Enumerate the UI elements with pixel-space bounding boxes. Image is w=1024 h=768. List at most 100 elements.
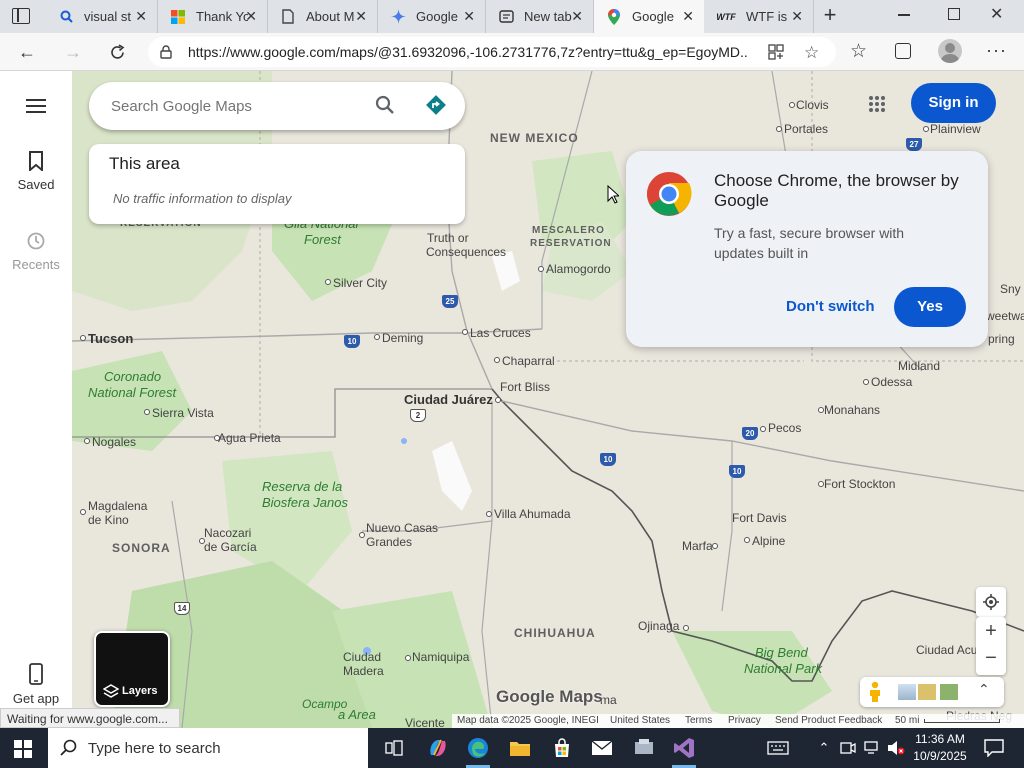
lock-icon[interactable] xyxy=(160,45,172,64)
copilot-icon[interactable] xyxy=(426,736,450,760)
google-apps-icon[interactable] xyxy=(868,95,886,113)
app-available-icon[interactable] xyxy=(768,44,784,65)
feedback-link[interactable]: Send Product Feedback xyxy=(775,715,882,726)
task-view-icon[interactable] xyxy=(382,736,406,760)
taskbar-search[interactable]: Type here to search xyxy=(48,728,368,768)
label-fort-bliss: Fort Bliss xyxy=(500,380,551,394)
close-icon[interactable]: ✕ xyxy=(355,8,367,25)
close-icon[interactable]: ✕ xyxy=(463,8,475,25)
city-dot xyxy=(789,102,795,108)
close-window-button[interactable]: ✕ xyxy=(990,4,1003,24)
tab-label: Google xyxy=(632,9,674,24)
meet-icon[interactable] xyxy=(836,736,860,760)
yes-button[interactable]: Yes xyxy=(894,287,966,327)
tab-google-maps[interactable]: Google ✕ xyxy=(594,0,704,33)
tab-about[interactable]: About M ✕ xyxy=(268,0,378,33)
network-icon[interactable] xyxy=(860,736,884,760)
label-chihuahua: CHIHUAHUA xyxy=(514,626,596,640)
close-icon[interactable]: ✕ xyxy=(571,8,583,25)
minimize-button[interactable] xyxy=(898,14,910,16)
tab-wtf[interactable]: WTF WTF is ✕ xyxy=(704,0,814,33)
tab-new-tab[interactable]: New tab ✕ xyxy=(486,0,594,33)
saved-button[interactable]: Saved xyxy=(0,151,72,201)
new-tab-button[interactable]: + xyxy=(818,4,842,28)
tab-thank-you[interactable]: Thank Yo ✕ xyxy=(158,0,268,33)
recents-button[interactable]: Recents xyxy=(0,231,72,281)
search-input[interactable] xyxy=(111,95,361,117)
united-states-link[interactable]: United States xyxy=(610,715,670,726)
chrome-promo-body: Try a fast, secure browser with updates … xyxy=(714,225,905,261)
layers-button[interactable]: Layers xyxy=(94,631,170,707)
terrain-thumb[interactable] xyxy=(898,684,916,700)
zoom-out-button[interactable]: − xyxy=(976,646,1006,675)
store-icon[interactable] xyxy=(550,736,574,760)
terms-link[interactable]: Terms xyxy=(685,715,712,726)
chrome-promo-title: Choose Chrome, the browser by Google xyxy=(714,171,959,210)
label-ciudad-acuna: Ciudad Acu xyxy=(916,643,978,657)
search-icon[interactable] xyxy=(375,95,395,120)
scale-label[interactable]: 50 mi xyxy=(895,715,919,726)
label-monahans: Monahans xyxy=(824,403,881,417)
label-gila-forest-2: Forest xyxy=(304,232,341,247)
history-icon xyxy=(27,232,45,250)
restore-button[interactable] xyxy=(948,8,960,20)
edge-icon[interactable] xyxy=(466,736,490,760)
label-big-bend-park: National Park xyxy=(744,661,823,676)
label-snyder: Sny xyxy=(1000,282,1021,296)
city-dot xyxy=(538,266,544,272)
city-dot xyxy=(776,126,782,132)
refresh-button[interactable] xyxy=(104,39,130,65)
traffic-thumb[interactable] xyxy=(918,684,936,700)
dont-switch-button[interactable]: Don't switch xyxy=(786,298,875,315)
privacy-link[interactable]: Privacy xyxy=(728,715,761,726)
close-icon[interactable]: ✕ xyxy=(245,8,257,25)
url-field[interactable]: https://www.google.com/maps/@31.6932096,… xyxy=(148,37,836,67)
tab-visual-studio[interactable]: visual st ✕ xyxy=(46,0,158,33)
label-ocampo: Ocampo xyxy=(302,697,348,711)
more-menu-icon[interactable]: ··· xyxy=(986,40,1007,61)
label-chaparral: Chaparral xyxy=(502,354,555,368)
label-ciudad-juarez: Ciudad Juárez xyxy=(404,392,493,407)
forward-button[interactable]: → xyxy=(60,39,86,65)
volume-muted-icon[interactable] xyxy=(884,736,908,760)
close-icon[interactable]: ✕ xyxy=(135,8,147,25)
mail-icon[interactable] xyxy=(590,736,614,760)
keyboard-icon[interactable] xyxy=(766,736,790,760)
favorites-icon[interactable]: ☆ xyxy=(850,40,867,63)
directions-icon[interactable] xyxy=(425,94,447,121)
back-button[interactable]: ← xyxy=(14,39,40,65)
app-icon[interactable] xyxy=(632,736,656,760)
label-de-kino: de Kino xyxy=(88,513,129,527)
start-button[interactable] xyxy=(14,740,32,758)
visual-studio-icon[interactable] xyxy=(672,736,696,760)
label-nogales: Nogales xyxy=(92,435,137,449)
label-de-garcia: de García xyxy=(204,540,257,554)
collections-icon[interactable] xyxy=(895,43,911,59)
sign-in-button[interactable]: Sign in xyxy=(911,83,996,123)
search-icon xyxy=(58,9,74,25)
clock[interactable]: 11:36 AM 10/9/2025 xyxy=(908,731,972,765)
zoom-in-button[interactable]: + xyxy=(976,617,1006,646)
profile-avatar[interactable] xyxy=(938,39,962,63)
get-app-label: Get app xyxy=(12,691,60,706)
maps-pin-icon xyxy=(606,8,622,25)
chevron-up-icon[interactable]: ⌃ xyxy=(812,736,836,760)
menu-icon[interactable] xyxy=(26,99,46,114)
tab-gemini[interactable]: Google ✕ xyxy=(378,0,486,33)
close-icon[interactable]: ✕ xyxy=(682,8,694,25)
file-explorer-icon[interactable] xyxy=(508,736,532,760)
notifications-icon[interactable] xyxy=(982,736,1006,760)
transit-thumb[interactable] xyxy=(940,684,958,700)
my-location-button[interactable] xyxy=(976,587,1006,617)
tab-label: WTF is xyxy=(746,9,788,24)
address-bar-row: ← → https://www.google.com/maps/@31.6932… xyxy=(0,33,1024,71)
add-favorite-icon[interactable]: ☆ xyxy=(804,43,819,63)
close-icon[interactable]: ✕ xyxy=(791,8,803,25)
pegman-icon[interactable] xyxy=(868,681,882,703)
chevron-up-icon[interactable]: ⌃ xyxy=(978,681,990,698)
label-plainview: Plainview xyxy=(930,122,981,136)
tab-actions-icon[interactable] xyxy=(12,8,30,24)
get-app-button[interactable]: Get app xyxy=(0,663,72,713)
city-dot xyxy=(494,357,500,363)
city-dot xyxy=(462,329,468,335)
